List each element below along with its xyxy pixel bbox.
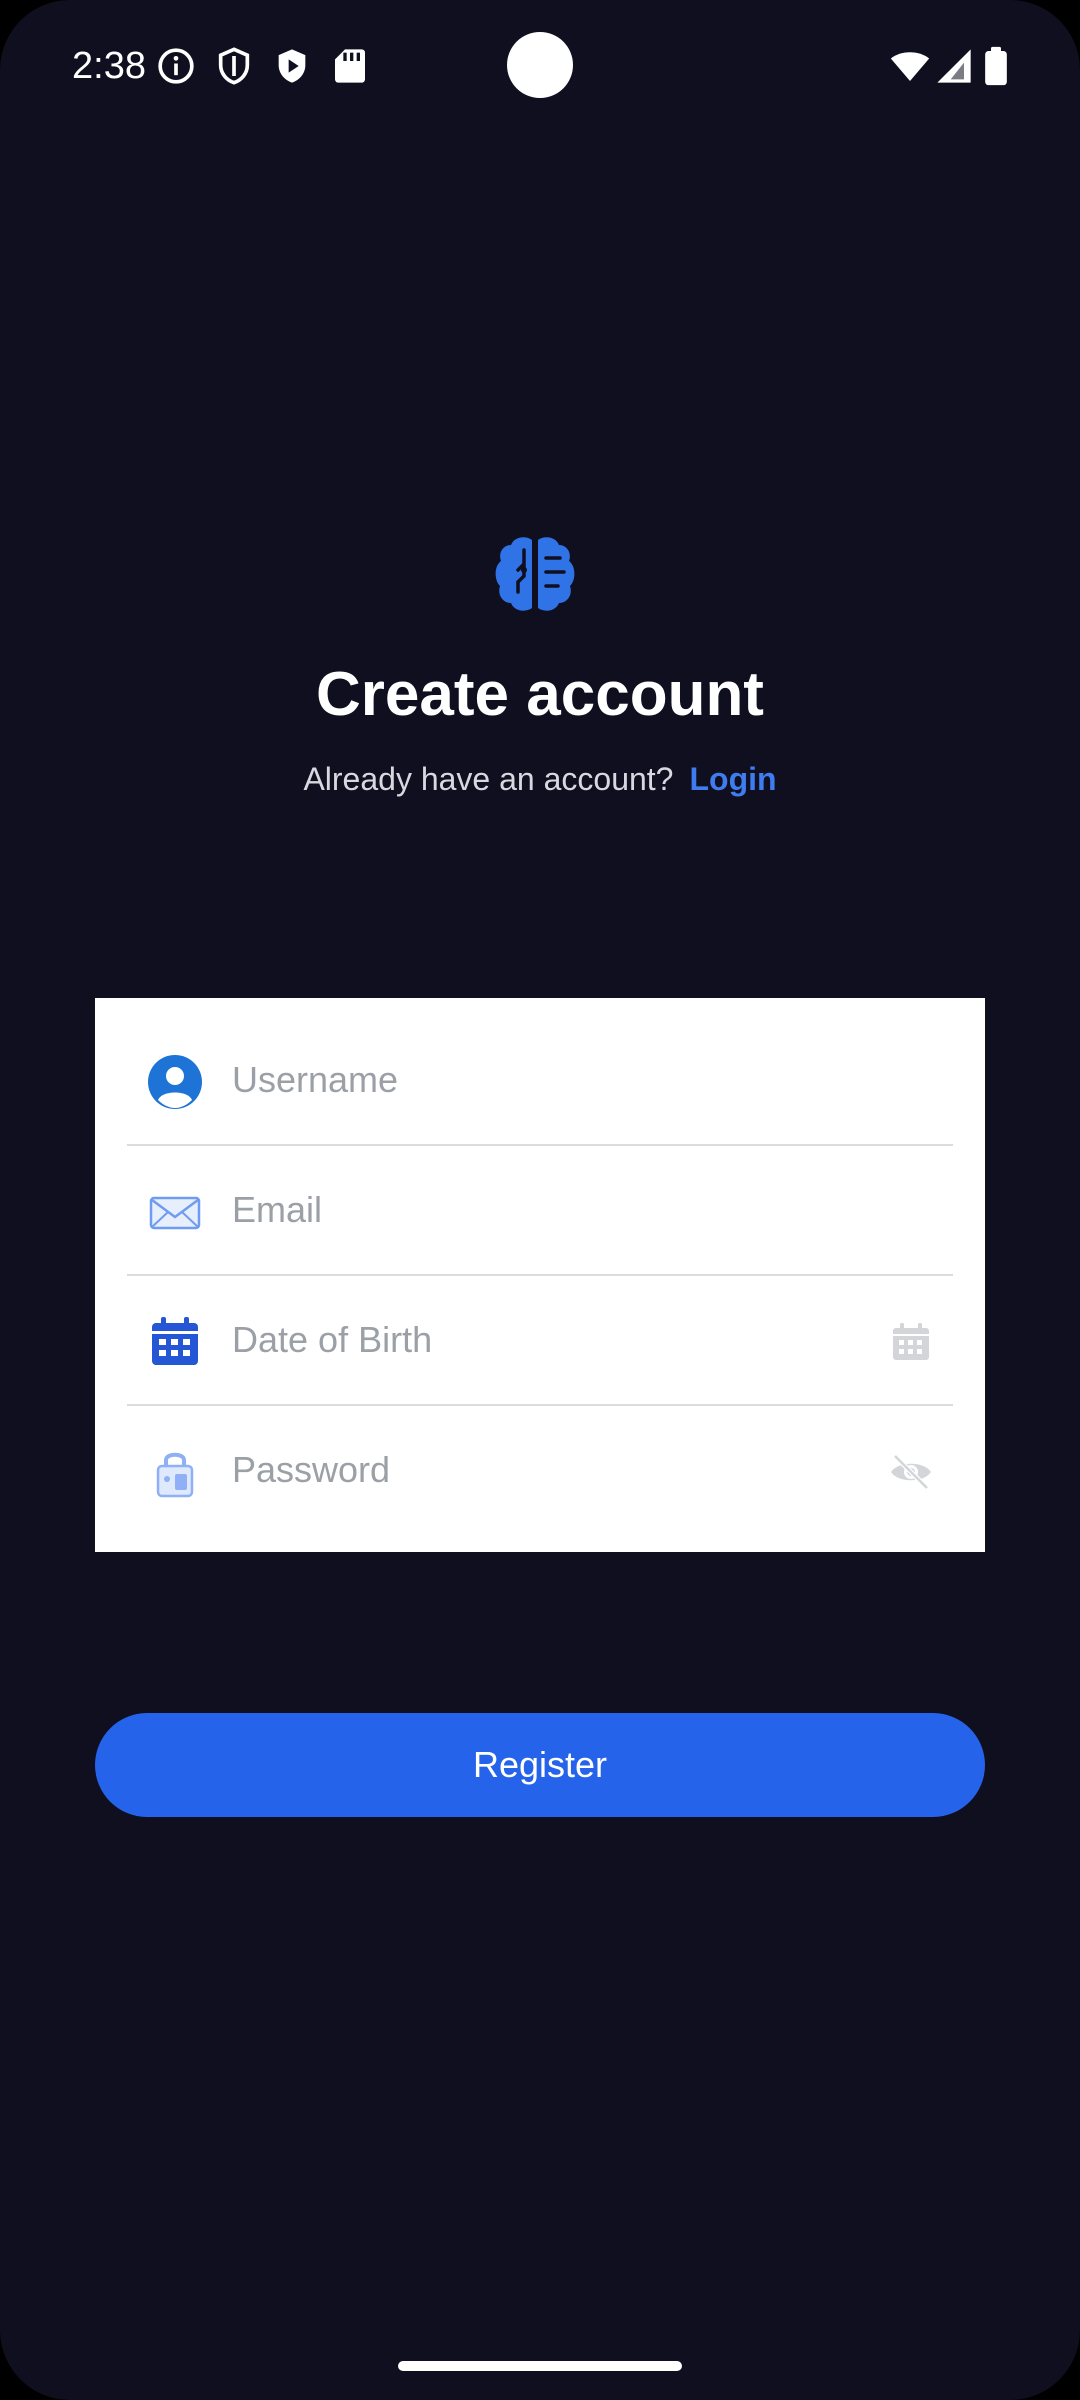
registration-form: Username Email Date of Birth Password (95, 998, 985, 1552)
wifi-icon (888, 46, 932, 86)
username-placeholder: Username (232, 1059, 399, 1100)
eye-off-icon[interactable] (889, 1450, 933, 1494)
email-field[interactable]: Email (127, 1146, 953, 1276)
calendar-icon (147, 1314, 203, 1370)
date-of-birth-placeholder: Date of Birth (232, 1319, 433, 1360)
home-gesture-bar[interactable] (398, 2361, 682, 2371)
mail-icon (147, 1184, 203, 1240)
battery-icon (980, 46, 1012, 86)
status-bar: 2:38 (0, 0, 1080, 132)
register-screen: 2:38 Create account Already have an acco… (0, 0, 1080, 2400)
email-placeholder: Email (232, 1189, 323, 1230)
password-field[interactable]: Password (127, 1406, 953, 1534)
user-icon (147, 1054, 203, 1110)
info-icon (156, 46, 196, 86)
status-time: 2:38 (72, 45, 146, 87)
login-link[interactable]: Login (689, 761, 776, 797)
date-of-birth-field[interactable]: Date of Birth (127, 1276, 953, 1406)
play-shield-icon (272, 46, 312, 86)
login-prompt-text: Already have an account? (303, 761, 674, 797)
shield-icon (214, 46, 254, 86)
brain-icon (494, 536, 576, 612)
calendar-picker-icon[interactable] (889, 1320, 933, 1364)
signal-icon (934, 46, 974, 86)
lock-icon (147, 1444, 203, 1500)
sd-card-icon (330, 46, 370, 86)
login-prompt-row: Already have an account? Login (0, 756, 1080, 802)
front-camera (507, 32, 573, 98)
password-placeholder: Password (232, 1449, 391, 1490)
register-button[interactable]: Register (95, 1713, 985, 1817)
page-title: Create account (316, 660, 764, 729)
username-field[interactable]: Username (127, 1016, 953, 1146)
